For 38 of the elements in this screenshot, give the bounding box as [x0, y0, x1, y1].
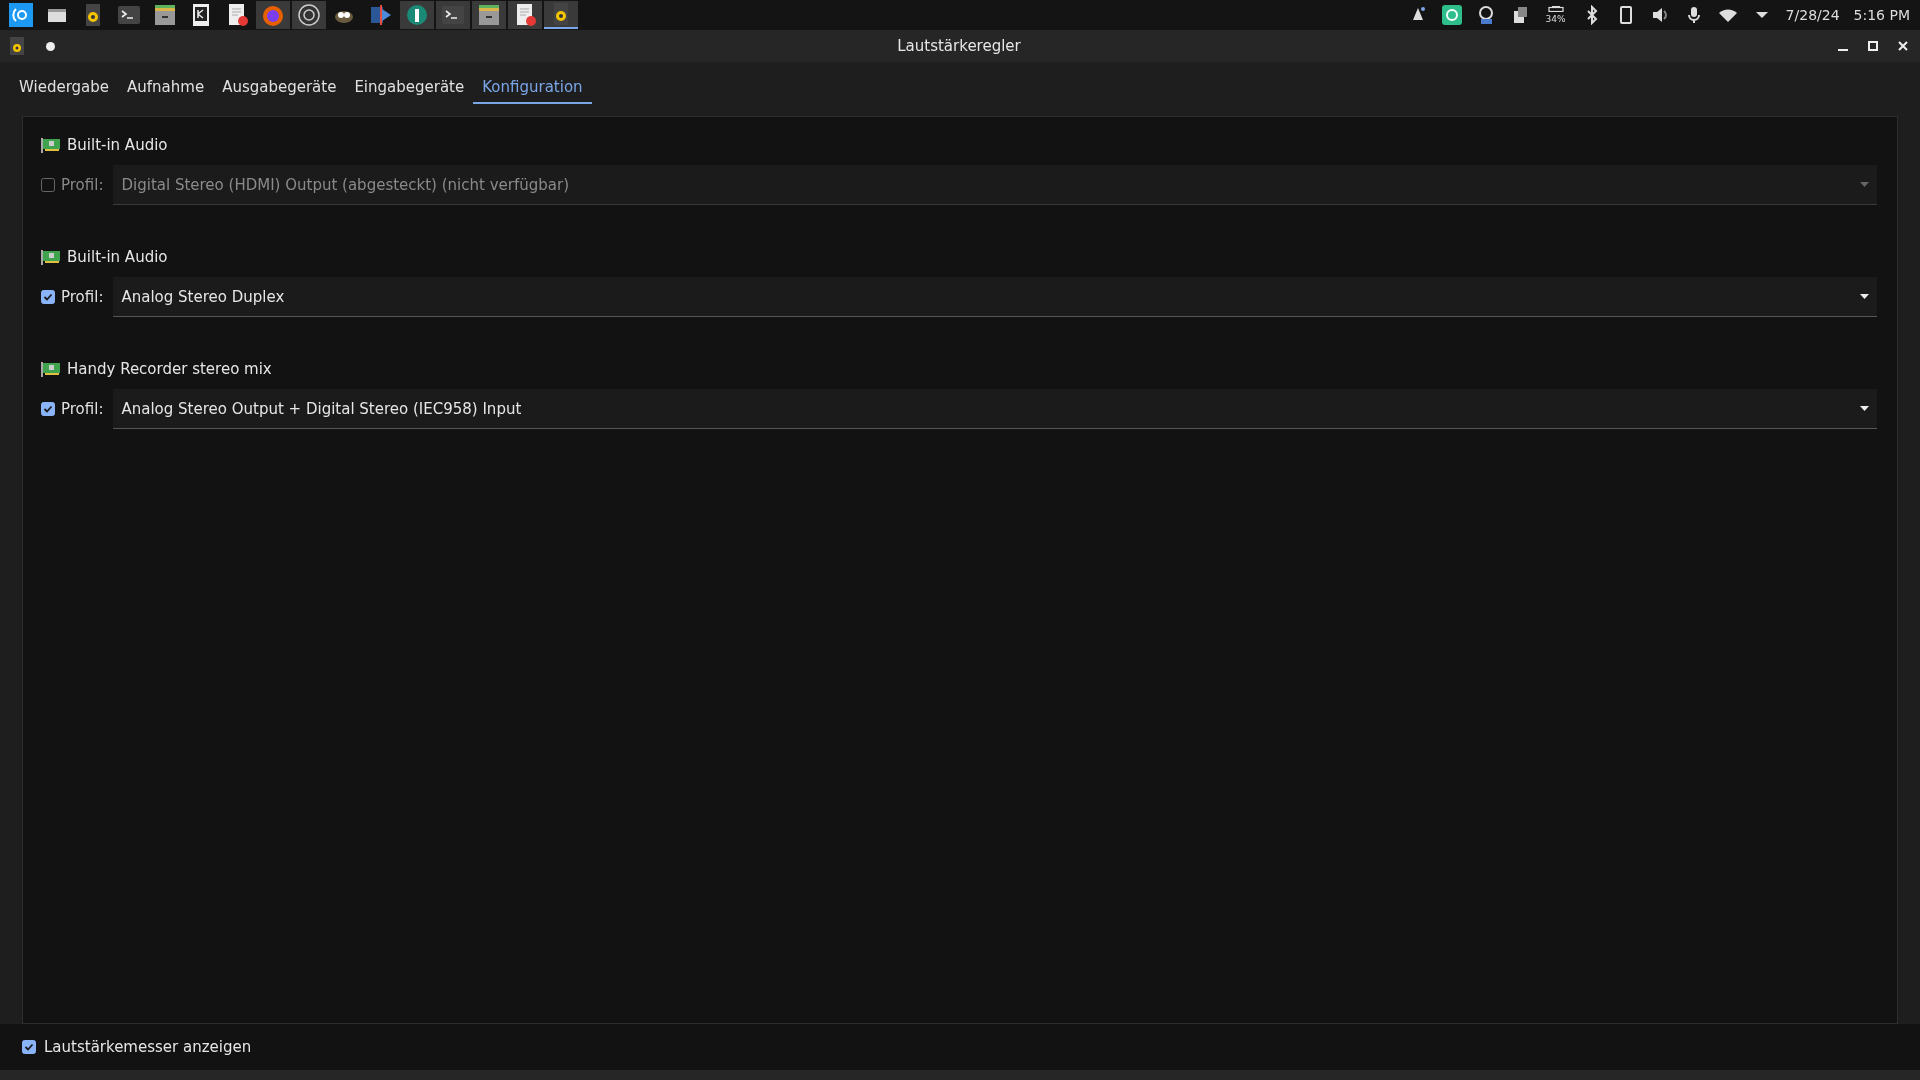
profile-label: Profil:: [61, 400, 104, 418]
time: 5:16 PM: [1853, 7, 1910, 23]
speaker-icon[interactable]: [544, 1, 578, 29]
device-name: Built-in Audio: [67, 248, 168, 266]
dropdown-arrow-icon: [1860, 406, 1869, 411]
date: 7/28/24: [1785, 7, 1840, 23]
pin-dot-icon[interactable]: [46, 41, 55, 51]
device-name: Built-in Audio: [67, 136, 168, 154]
checkbox[interactable]: [22, 1040, 36, 1054]
speaker-icon: [10, 37, 24, 55]
checkbox[interactable]: [41, 290, 55, 304]
maximize-icon[interactable]: [1868, 41, 1878, 51]
record-icon[interactable]: [292, 1, 326, 29]
checkbox-label: Lautstärkemesser anzeigen: [44, 1038, 252, 1056]
sync-icon[interactable]: [1441, 5, 1462, 25]
profile-dropdown[interactable]: Analog Stereo Output + Digital Stereo (IEC958) Input: [113, 389, 1877, 429]
sound-card-icon: [41, 361, 61, 377]
checkbox[interactable]: [41, 402, 55, 416]
terminal-icon[interactable]: [436, 1, 470, 29]
sound-card-icon: [41, 137, 61, 153]
profile-label: Profil:: [61, 176, 104, 194]
sound-card-icon: [41, 249, 61, 265]
close-icon[interactable]: [1898, 41, 1908, 51]
tab[interactable]: Wiedergabe: [10, 72, 118, 104]
profile-label: Profil:: [61, 288, 104, 306]
tab[interactable]: Eingabegeräte: [345, 72, 474, 104]
battery-icon[interactable]: [1545, 5, 1566, 12]
document-icon[interactable]: [508, 1, 542, 29]
device-name: Handy Recorder stereo mix: [67, 360, 272, 378]
tab[interactable]: Ausgabegeräte: [213, 72, 346, 104]
profile-dropdown[interactable]: Analog Stereo Duplex: [113, 277, 1877, 317]
file-cabinet-icon[interactable]: [472, 1, 506, 29]
window-title: Lautstärkeregler: [897, 37, 1021, 55]
dropdown-arrow-icon: [1860, 294, 1869, 299]
battery-level: 34%: [1545, 12, 1566, 25]
tab[interactable]: Konfiguration: [473, 72, 592, 104]
dropdown-arrow-icon: [1860, 182, 1869, 187]
tab[interactable]: Aufnahme: [118, 72, 214, 104]
